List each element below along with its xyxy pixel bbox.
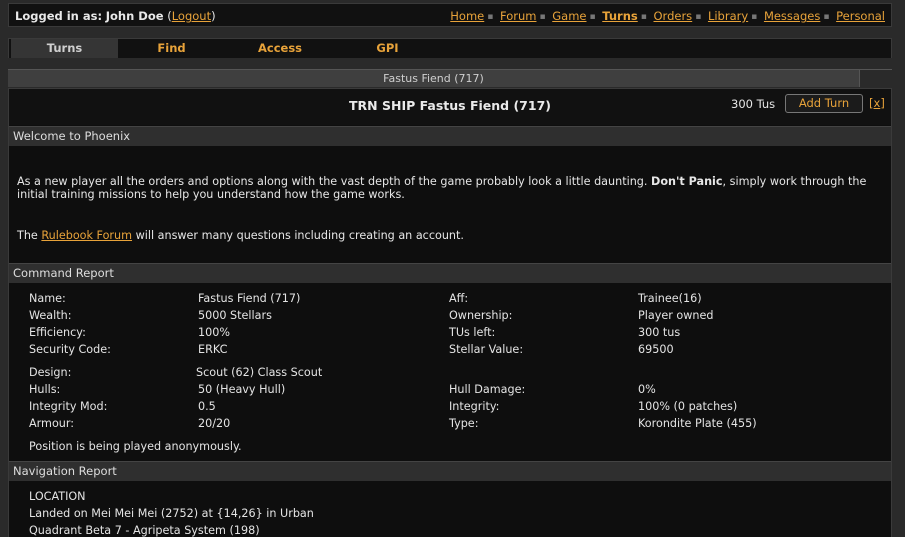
nav-separator: ▪ (640, 12, 647, 22)
integrity-mod-label: Integrity Mod: (29, 400, 108, 413)
nav-separator: ▪ (589, 12, 596, 22)
tab-turns[interactable]: Turns (11, 39, 118, 58)
logout-link[interactable]: Logout (172, 9, 211, 23)
aff-label: Aff: (449, 292, 469, 305)
ownership-label: Ownership: (449, 309, 513, 322)
security-code-label: Security Code: (29, 343, 111, 356)
integrity-value: 100% (0 patches) (638, 400, 738, 413)
tab-find[interactable]: Find (118, 39, 225, 58)
nav-turns-link[interactable]: Turns (602, 9, 637, 23)
close-x[interactable]: x (874, 96, 881, 110)
nav-separator: ▪ (695, 12, 702, 22)
name-label: Name: (29, 292, 66, 305)
ownership-value: Player owned (638, 309, 714, 322)
main-panel: TRN SHIP Fastus Fiend (717) 300 Tus Add … (8, 88, 892, 537)
armour-label: Armour: (29, 417, 75, 430)
rulebook-forum-link[interactable]: Rulebook Forum (41, 229, 132, 242)
nav-separator: ▪ (751, 12, 758, 22)
security-code-value: ERKC (198, 343, 228, 356)
tus-left-value: 300 tus (638, 326, 681, 339)
rulebook-paragraph: The Rulebook Forum will answer many ques… (17, 229, 887, 242)
type-label: Type: (449, 417, 479, 430)
design-label: Design: (29, 366, 72, 379)
login-prefix: Logged in as: (15, 9, 103, 23)
integrity-mod-value: 0.5 (198, 400, 216, 413)
tab-gpi[interactable]: GPI (335, 39, 440, 58)
breadcrumb: Fastus Fiend (717) (8, 69, 859, 87)
location-quadrant: Quadrant Beta 7 - Agripeta System (198) (29, 524, 260, 537)
wealth-label: Wealth: (29, 309, 72, 322)
panel-title-bar: TRN SHIP Fastus Fiend (717) 300 Tus Add … (9, 89, 891, 125)
tab-access[interactable]: Access (225, 39, 335, 58)
location-heading: LOCATION (29, 490, 86, 503)
breadcrumb-end (859, 69, 892, 87)
name-value: Fastus Fiend (717) (198, 292, 301, 305)
section-navigation-header: Navigation Report (9, 461, 891, 481)
wealth-value: 5000 Stellars (198, 309, 272, 322)
stellar-value-label: Stellar Value: (449, 343, 524, 356)
armour-value: 20/20 (198, 417, 231, 430)
stellar-value-value: 69500 (638, 343, 674, 356)
hulls-value: 50 (Heavy Hull) (198, 383, 286, 396)
section-command-header: Command Report (9, 263, 891, 283)
rulebook-text-end: will answer many questions including cre… (135, 229, 464, 242)
close-link[interactable]: [x] (869, 96, 885, 110)
anonymous-note: Position is being played anonymously. (29, 440, 242, 453)
nav-separator: ▪ (539, 12, 546, 22)
login-status: Logged in as: John Doe (Logout) (15, 9, 216, 23)
nav-messages-link[interactable]: Messages (764, 9, 820, 23)
top-bar: Logged in as: John Doe (Logout) Home ▪ Fo… (8, 3, 892, 27)
nav-home-link[interactable]: Home (450, 9, 484, 23)
aff-value: Trainee(16) (638, 292, 702, 305)
welcome-text-start: As a new player all the orders and optio… (17, 175, 648, 188)
add-turn-button[interactable]: Add Turn (785, 94, 863, 113)
efficiency-label: Efficiency: (29, 326, 86, 339)
hulls-label: Hulls: (29, 383, 61, 396)
tus-remaining: 300 Tus (731, 97, 776, 111)
nav-separator: ▪ (823, 12, 830, 22)
dont-panic: Don't Panic (651, 175, 723, 188)
main-nav: Home ▪ Forum ▪ Game ▪ Turns ▪ Orders ▪ Librar… (450, 9, 885, 23)
type-value: Korondite Plate (455) (638, 417, 757, 430)
section-welcome-header: Welcome to Phoenix (9, 126, 891, 146)
nav-orders-link[interactable]: Orders (654, 9, 693, 23)
hull-damage-value: 0% (638, 383, 656, 396)
design-value: Scout (62) Class Scout (196, 366, 323, 379)
integrity-label: Integrity: (449, 400, 500, 413)
tab-bar: Turns Find Access GPI (8, 38, 892, 58)
welcome-paragraph: As a new player all the orders and optio… (17, 175, 887, 201)
username: John Doe (105, 9, 164, 23)
tus-left-label: TUs left: (449, 326, 496, 339)
nav-library-link[interactable]: Library (708, 9, 748, 23)
location-landed: Landed on Mei Mei Mei (2752) at {14,26} … (29, 507, 314, 520)
nav-forum-link[interactable]: Forum (500, 9, 536, 23)
nav-separator: ▪ (487, 12, 494, 22)
efficiency-value: 100% (198, 326, 230, 339)
nav-personal-link[interactable]: Personal (836, 9, 885, 23)
rulebook-text-start: The (17, 229, 38, 242)
hull-damage-label: Hull Damage: (449, 383, 526, 396)
nav-game-link[interactable]: Game (552, 9, 586, 23)
